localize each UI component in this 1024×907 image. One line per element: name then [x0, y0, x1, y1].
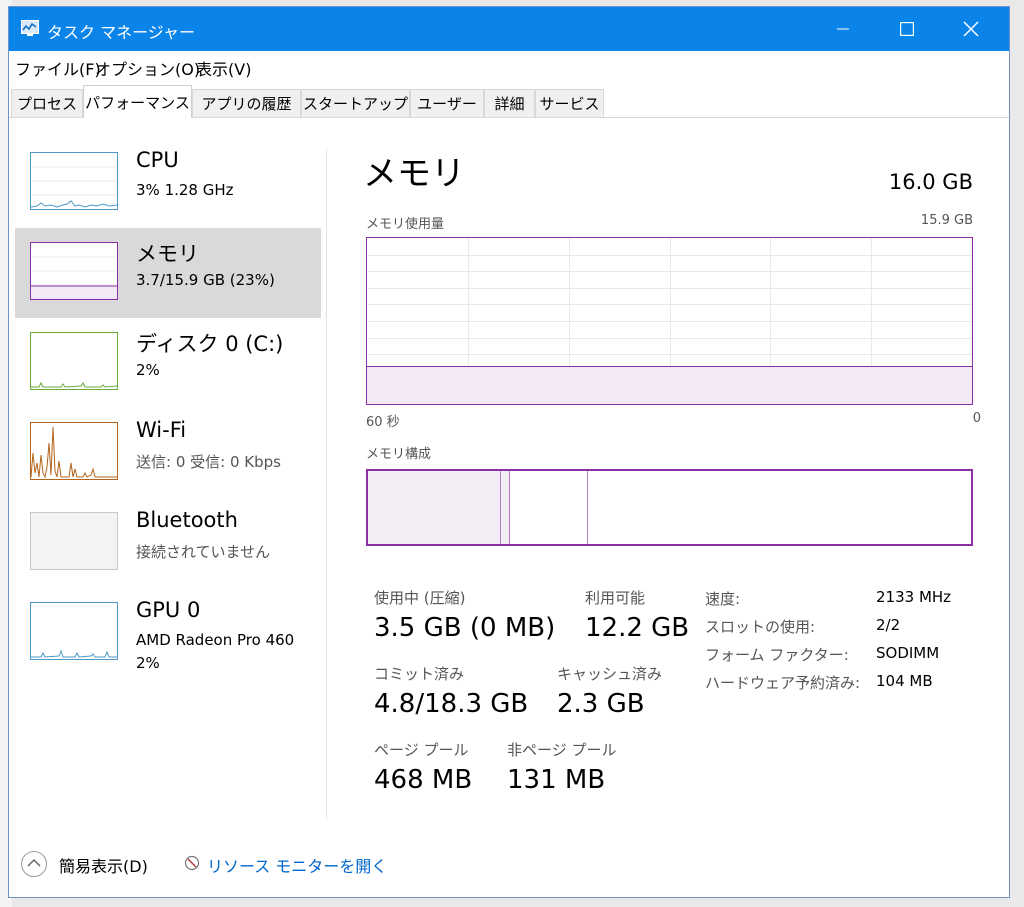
committed-label: コミット済み: [374, 665, 465, 683]
sidebar-item-name: Bluetooth: [136, 508, 238, 532]
composition-modified[interactable]: [500, 471, 510, 544]
sidebar-item-detail: 2%: [136, 361, 160, 379]
committed-value: 4.8/18.3 GB: [374, 689, 529, 719]
task-manager-window: タスク マネージャー ファイル(F) オプション(O) 表示(V) プロセス パ…: [8, 6, 1010, 898]
graph-axis-end: 0: [972, 411, 981, 426]
paged-pool-value: 468 MB: [374, 765, 473, 795]
sidebar-item-bluetooth[interactable]: Bluetooth 接続されていません: [15, 498, 321, 588]
slots-used-label: スロットの使用:: [705, 618, 816, 636]
speed-value: 2133 MHz: [876, 588, 952, 606]
menu-bar: ファイル(F) オプション(O) 表示(V): [9, 51, 1009, 81]
usage-graph-max: 15.9 GB: [920, 213, 973, 228]
tab-users[interactable]: ユーザー: [410, 89, 484, 117]
memory-thumbnail: [30, 242, 118, 300]
usage-graph-label: メモリ使用量: [366, 217, 445, 232]
minimize-button[interactable]: [811, 7, 875, 51]
resource-monitor-icon: [184, 855, 200, 871]
window-title: タスク マネージャー: [47, 23, 195, 42]
available-value: 12.2 GB: [585, 613, 690, 643]
sidebar-item-memory[interactable]: メモリ 3.7/15.9 GB (23%): [15, 228, 321, 318]
tab-strip: プロセス パフォーマンス アプリの履歴 スタートアップ ユーザー 詳細 サービス: [9, 85, 1009, 118]
sidebar-item-detail: 3.7/15.9 GB (23%): [136, 271, 275, 289]
form-factor-label: フォーム ファクター:: [705, 646, 849, 664]
sidebar-item-name: ディスク 0 (C:): [136, 332, 284, 356]
sidebar-item-name: CPU: [136, 148, 179, 172]
maximize-button[interactable]: [875, 7, 939, 51]
sidebar-item-detail: 3% 1.28 GHz: [136, 181, 234, 199]
wifi-thumbnail: [30, 422, 118, 480]
cached-value: 2.3 GB: [557, 689, 645, 719]
sidebar-item-gpu[interactable]: GPU 0 AMD Radeon Pro 460 2%: [15, 588, 321, 678]
cached-label: キャッシュ済み: [557, 665, 663, 683]
sidebar-item-usage: 2%: [136, 654, 160, 672]
resource-list: CPU 3% 1.28 GHz メモリ 3.7/15.9 GB (23%) ディ…: [9, 118, 327, 818]
menu-view[interactable]: 表示(V): [196, 56, 251, 80]
memory-usage-area: [367, 366, 972, 404]
fewer-details-button[interactable]: 簡易表示(D): [59, 853, 148, 877]
sidebar-item-disk[interactable]: ディスク 0 (C:) 2%: [15, 318, 321, 408]
minimize-icon: [837, 28, 849, 30]
cpu-thumbnail: [30, 152, 118, 210]
menu-file[interactable]: ファイル(F): [15, 56, 101, 80]
task-manager-icon: [21, 20, 39, 36]
pane-divider[interactable]: [326, 149, 327, 819]
close-icon: [963, 21, 979, 37]
sidebar-item-detail: AMD Radeon Pro 460: [136, 631, 295, 649]
available-label: 利用可能: [585, 589, 646, 607]
detail-title: メモリ: [363, 154, 465, 194]
hardware-reserved-value: 104 MB: [876, 672, 933, 690]
sidebar-item-cpu[interactable]: CPU 3% 1.28 GHz: [15, 138, 321, 228]
tab-details[interactable]: 詳細: [484, 89, 535, 117]
form-factor-value: SODIMM: [876, 644, 940, 662]
speed-label: 速度:: [705, 590, 741, 608]
menu-options[interactable]: オプション(O): [95, 56, 200, 80]
memory-detail-pane: メモリ 16.0 GB メモリ使用量 15.9 GB 60 秒 0 メモリ構成 …: [329, 118, 1009, 818]
tab-app-history[interactable]: アプリの履歴: [192, 89, 301, 117]
nonpaged-pool-value: 131 MB: [507, 765, 606, 795]
sidebar-item-wifi[interactable]: Wi-Fi 送信: 0 受信: 0 Kbps: [15, 408, 321, 498]
tab-services[interactable]: サービス: [535, 89, 604, 117]
detail-total-memory: 16.0 GB: [888, 170, 973, 194]
in-use-label: 使用中 (圧縮): [374, 589, 466, 607]
memory-usage-graph: [366, 237, 973, 405]
composition-in-use[interactable]: [368, 471, 500, 544]
sidebar-item-name: Wi-Fi: [136, 418, 187, 442]
hardware-reserved-label: ハードウェア予約済み:: [705, 674, 861, 692]
sidebar-item-name: GPU 0: [136, 598, 201, 622]
in-use-value: 3.5 GB (0 MB): [374, 613, 556, 643]
chevron-up-icon[interactable]: [21, 851, 47, 877]
composition-label: メモリ構成: [366, 447, 432, 462]
gpu-thumbnail: [30, 602, 118, 660]
footer: 簡易表示(D) リソース モニターを開く: [9, 833, 1009, 893]
nonpaged-pool-label: 非ページ プール: [507, 741, 617, 759]
open-resource-monitor-link[interactable]: リソース モニターを開く: [207, 853, 387, 877]
slots-used-value: 2/2: [876, 616, 901, 634]
sidebar-item-name: メモリ: [136, 242, 199, 266]
title-bar[interactable]: タスク マネージャー: [9, 7, 1009, 51]
sidebar-item-detail: 送信: 0 受信: 0 Kbps: [136, 453, 281, 471]
memory-composition-bar: [366, 469, 973, 546]
memory-usage-plot: [367, 238, 972, 404]
graph-axis-start: 60 秒: [366, 415, 400, 430]
maximize-icon: [900, 22, 914, 36]
sidebar-item-detail: 接続されていません: [136, 543, 271, 561]
paged-pool-label: ページ プール: [374, 741, 469, 759]
composition-standby[interactable]: [510, 471, 588, 544]
tab-performance[interactable]: パフォーマンス: [83, 85, 192, 118]
tab-startup[interactable]: スタートアップ: [301, 89, 410, 117]
disk-thumbnail: [30, 332, 118, 390]
close-button[interactable]: [939, 7, 1003, 51]
tab-processes[interactable]: プロセス: [11, 89, 83, 117]
bluetooth-thumbnail: [30, 512, 118, 570]
